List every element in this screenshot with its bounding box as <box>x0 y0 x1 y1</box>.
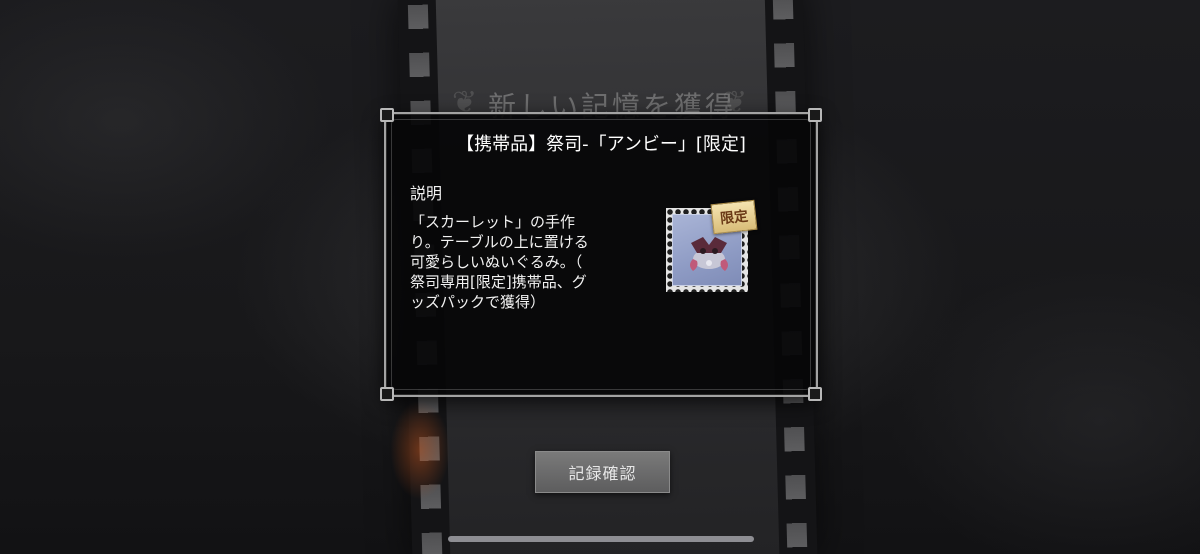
dialog-title: 【携帯品】祭司-「アンビー」[限定] <box>456 134 746 155</box>
description-heading: 説明 <box>410 184 443 203</box>
corner-ornament <box>808 108 822 122</box>
confirm-record-button[interactable]: 記録確認 <box>535 451 670 493</box>
ember-glow <box>390 400 450 500</box>
corner-ornament <box>380 108 394 122</box>
home-indicator[interactable] <box>448 536 754 542</box>
corner-ornament <box>380 387 394 401</box>
plush-doll-icon <box>690 237 728 271</box>
item-detail-dialog[interactable]: 【携帯品】祭司-「アンビー」[限定] 説明 「スカーレット」の手作 り。テーブル… <box>380 108 822 401</box>
description-text: 「スカーレット」の手作 り。テーブルの上に置ける 可愛らしいぬいぐるみ。（ 祭司… <box>410 213 589 311</box>
game-scene: ❦ ❦ 新しい記憶を獲得 記録確認 【携帯品】祭司-「アンビー」[限定] 説明 … <box>0 0 1200 554</box>
limited-tag: 限定 <box>710 199 758 235</box>
corner-ornament <box>808 387 822 401</box>
item-stamp-icon: 限定 <box>666 199 758 294</box>
